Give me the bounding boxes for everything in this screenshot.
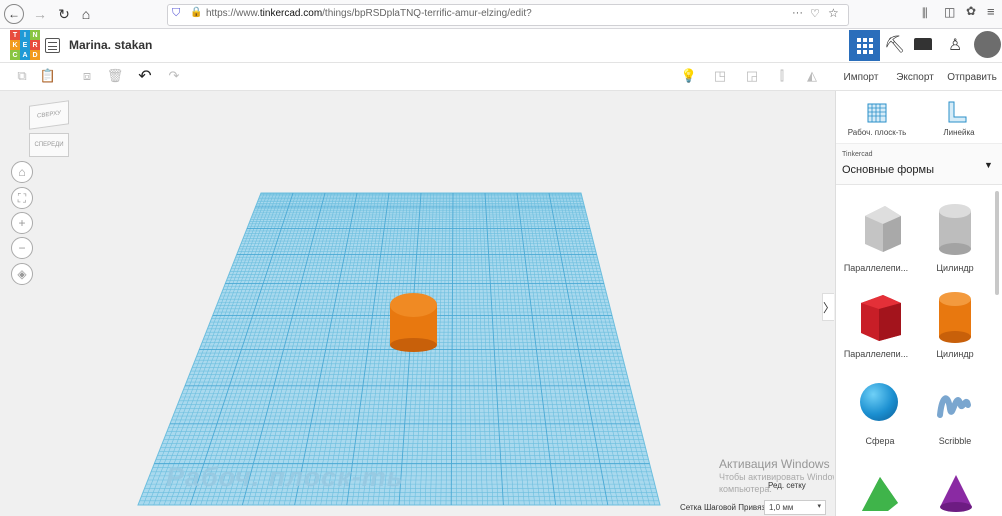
grid-icon (856, 37, 873, 54)
edit-grid-button[interactable]: Ред. сетку (768, 481, 806, 490)
group-icon[interactable]: ◳ (712, 68, 728, 84)
workplane-tool-icon[interactable] (867, 103, 887, 123)
windows-activation-title: Активация Windows (719, 457, 830, 471)
workplane-canvas[interactable] (0, 91, 834, 516)
logo-letter: A (20, 50, 30, 60)
chevron-down-icon: ▾ (817, 503, 821, 510)
logo-letter: I (20, 30, 30, 40)
viewcube-front[interactable]: СПЕРЕДИ (29, 133, 69, 157)
undo-icon[interactable]: ↶ (137, 68, 153, 85)
page-actions-icon[interactable]: ··· (792, 7, 803, 19)
logo-letter: T (10, 30, 20, 40)
blocks-pickaxe-icon[interactable]: ⛏ (884, 35, 906, 55)
shape-label: Параллелепи... (843, 349, 909, 359)
shape-label: Сфера (865, 436, 895, 446)
browser-toolbar: ← → ↻ ⌂ ⛉ 🔒 https://www.tinkercad.com/th… (0, 0, 1002, 29)
library-name: Основные формы (842, 164, 935, 176)
shape-label: Цилиндр (936, 349, 974, 359)
logo-letter: K (10, 40, 20, 50)
3d-view-button[interactable] (849, 30, 880, 61)
cylinder-object[interactable] (390, 293, 437, 352)
add-user-icon[interactable]: ♙ (948, 35, 962, 55)
shape-scribble[interactable] (936, 385, 972, 423)
home-view-icon[interactable]: ⌂ (11, 161, 33, 183)
lock-icon[interactable]: 🔒 (190, 7, 202, 18)
ruler-tool-label[interactable]: Линейка (924, 128, 994, 137)
reload-button[interactable]: ↻ (54, 4, 74, 24)
redo-icon[interactable]: ↷ (166, 68, 182, 84)
sidebar-icon[interactable]: ◫ (944, 5, 955, 19)
import-button[interactable]: Импорт (836, 67, 886, 87)
collapse-panel-button[interactable]: 〉 (822, 293, 834, 321)
bookmark-star-icon[interactable]: ☆ (828, 6, 839, 20)
library-icon[interactable]: ⫼ (922, 6, 928, 21)
ortho-view-icon[interactable]: ◈ (11, 263, 33, 285)
logo-letter: D (30, 50, 40, 60)
mirror-icon[interactable]: ◭ (804, 68, 820, 84)
logo-letter: R (30, 40, 40, 50)
zoom-in-icon[interactable]: + (11, 212, 33, 234)
shape-sphere[interactable] (860, 383, 898, 421)
forward-button[interactable]: → (30, 4, 50, 24)
zoom-out-icon[interactable]: − (11, 237, 33, 259)
shapes-panel: Рабоч. плоск-ть Линейка Tinkercad Основн… (835, 91, 1002, 516)
project-title[interactable]: Marina. stakan (69, 38, 152, 52)
back-button[interactable]: ← (4, 4, 24, 24)
edit-toolbar: ⧉ 📋 ⧈ 🗑 ↶ ↷ 💡 ◳ ◲ ⫿ ◭ Импорт Экспорт Отп… (0, 63, 1002, 91)
shape-cylinder-hole[interactable] (935, 203, 975, 257)
shape-roof[interactable] (858, 473, 902, 513)
avatar[interactable] (974, 31, 1001, 58)
paste-icon[interactable]: 📋 (40, 68, 56, 84)
snap-grid-select[interactable]: 1,0 мм ▾ (764, 500, 826, 515)
pocket-icon[interactable]: ♡ (810, 7, 820, 20)
shape-box-hole[interactable] (855, 204, 905, 254)
logo-letter: N (30, 30, 40, 40)
menu-icon[interactable]: ≡ (987, 4, 995, 19)
url-text[interactable]: https://www.tinkercad.com/things/bpRSDpl… (206, 8, 532, 19)
logo-letter: C (10, 50, 20, 60)
address-bar[interactable]: ⛉ 🔒 https://www.tinkercad.com/things/bpR… (167, 4, 849, 26)
copy-icon[interactable]: ⧉ (14, 68, 30, 84)
light-bulb-icon[interactable]: 💡 (681, 68, 697, 84)
shape-label: Цилиндр (936, 263, 974, 273)
shape-cylinder[interactable] (935, 291, 975, 345)
windows-activation-text: компьютера. (719, 484, 772, 494)
extension-icon[interactable]: ✿ (966, 4, 976, 18)
align-icon[interactable]: ⫿ (774, 68, 790, 84)
fit-view-icon[interactable]: ⛶ (11, 187, 33, 209)
delete-icon[interactable]: 🗑 (107, 68, 124, 84)
panel-scrollbar[interactable] (995, 191, 999, 295)
3d-viewport[interactable]: Рабоч. плоск-ть СВЕРХУ СПЕРЕДИ ⌂ ⛶ + − ◈… (0, 91, 834, 516)
bricks-icon[interactable] (914, 38, 932, 50)
workplane-label: Рабоч. плоск-ть (166, 462, 404, 492)
shield-icon[interactable]: ⛉ (172, 7, 180, 20)
app-header: T I N K E R C A D Marina. stakan ⛏ ♙ (0, 29, 1002, 63)
duplicate-icon[interactable]: ⧈ (79, 68, 95, 84)
snap-grid-label: Сетка Шаговой Привязки (680, 503, 774, 512)
chevron-down-icon: ▼ (984, 160, 993, 170)
home-button[interactable]: ⌂ (76, 4, 96, 24)
export-button[interactable]: Экспорт (890, 67, 940, 87)
design-list-icon[interactable] (45, 38, 60, 53)
ungroup-icon[interactable]: ◲ (744, 68, 760, 84)
tinkercad-logo[interactable]: T I N K E R C A D (10, 30, 40, 60)
ruler-icon[interactable] (947, 101, 967, 123)
logo-letter: E (20, 40, 30, 50)
shape-cone[interactable] (938, 473, 974, 513)
shape-box[interactable] (855, 291, 905, 343)
workplane-tool-label[interactable]: Рабоч. плоск-ть (842, 128, 912, 137)
library-selector[interactable]: Tinkercad Основные формы ▼ (836, 143, 1002, 185)
shape-label: Scribble (938, 436, 972, 446)
send-button[interactable]: Отправить (944, 67, 1000, 87)
library-source: Tinkercad (842, 151, 873, 158)
shape-label: Параллелепи... (843, 263, 909, 273)
snap-grid-value: 1,0 мм (769, 503, 794, 512)
